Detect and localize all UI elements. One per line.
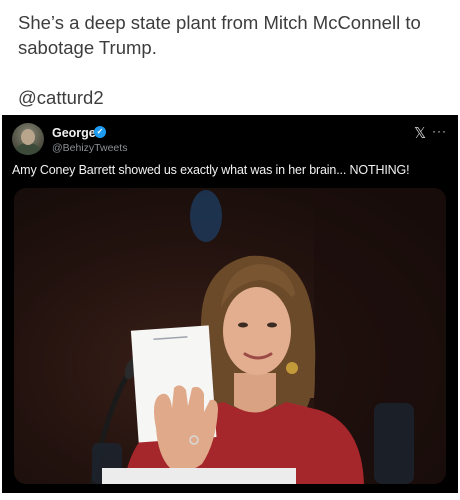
author-handle[interactable]: @BehizyTweets bbox=[52, 142, 127, 154]
mention-link[interactable]: @catturd2 bbox=[18, 85, 442, 110]
post-text-line-2: sabotage Trump. bbox=[18, 37, 157, 58]
post-text: She’s a deep state plant from Mitch McCo… bbox=[18, 10, 442, 110]
blue-light-blur bbox=[190, 190, 222, 242]
post-text-spacer bbox=[18, 60, 442, 85]
author-name[interactable]: George bbox=[52, 126, 96, 140]
tweet-header: George ✓ @BehizyTweets 𝕏 ··· bbox=[12, 123, 448, 157]
x-logo-icon: 𝕏 bbox=[414, 124, 427, 142]
right-eye bbox=[267, 322, 277, 328]
embedded-tweet-screenshot: George ✓ @BehizyTweets 𝕏 ··· Amy Coney B… bbox=[2, 115, 458, 493]
tweet-photo[interactable] bbox=[14, 188, 446, 484]
tweet-text: Amy Coney Barrett showed us exactly what… bbox=[12, 163, 410, 177]
chair-right bbox=[374, 403, 414, 484]
verified-badge-icon: ✓ bbox=[94, 126, 106, 138]
left-eye bbox=[238, 322, 248, 328]
photo-illustration bbox=[89, 188, 446, 484]
more-options-icon[interactable]: ··· bbox=[432, 124, 447, 138]
avatar-face bbox=[21, 129, 35, 145]
face bbox=[223, 287, 291, 375]
name-placard bbox=[102, 468, 296, 484]
neck bbox=[234, 373, 276, 413]
avatar[interactable] bbox=[12, 123, 44, 155]
earring bbox=[286, 362, 298, 374]
post-text-line-1: She’s a deep state plant from Mitch McCo… bbox=[18, 12, 421, 33]
